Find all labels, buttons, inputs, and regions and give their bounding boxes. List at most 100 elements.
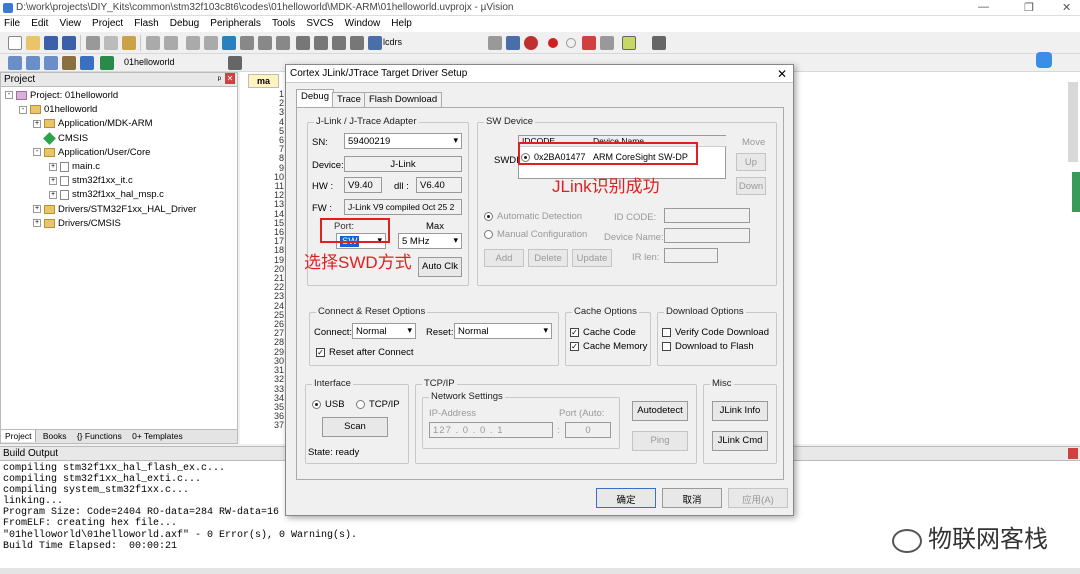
bookmark-clear-icon[interactable] [276, 36, 290, 50]
uncomment-icon[interactable] [350, 36, 364, 50]
sn-select[interactable]: 59400219 [344, 133, 462, 149]
tab-debug[interactable]: Debug [296, 89, 334, 107]
menu-window[interactable]: Window [341, 16, 385, 31]
collapse-icon[interactable]: - [33, 148, 41, 157]
breakpoint-clear-icon[interactable] [600, 36, 614, 50]
tab-trace[interactable]: Trace [332, 92, 366, 107]
tab-books[interactable]: Books [39, 430, 71, 442]
rebuild-icon[interactable] [44, 56, 58, 70]
breakpoint-kill-icon[interactable] [582, 36, 596, 50]
connect-select[interactable]: Normal [352, 323, 416, 339]
expand-icon[interactable]: + [33, 205, 41, 214]
ping-button[interactable]: Ping [632, 431, 688, 451]
menu-flash[interactable]: Flash [130, 16, 162, 31]
autodetect-button[interactable]: Autodetect [632, 401, 688, 421]
reset-after-connect-checkbox[interactable]: ✓ Reset after Connect [316, 347, 414, 358]
tab-templates[interactable]: 0+ Templates [128, 430, 187, 442]
configure-icon[interactable] [652, 36, 666, 50]
menu-tools[interactable]: Tools [268, 16, 299, 31]
undo-icon[interactable] [146, 36, 160, 50]
save-all-icon[interactable] [62, 36, 76, 50]
tree-target[interactable]: -01helloworld [5, 103, 233, 117]
scan-button[interactable]: Scan [322, 417, 388, 437]
tab-project[interactable]: Project [1, 430, 37, 442]
cancel-button[interactable]: 取消 [662, 488, 722, 508]
tab-flash-download[interactable]: Flash Download [364, 92, 443, 107]
find-combo[interactable]: lcdrs [380, 36, 484, 51]
cache-code-checkbox[interactable]: ✓ Cache Code [570, 327, 636, 338]
close-window-button[interactable]: ✕ [1062, 1, 1071, 14]
cache-memory-checkbox[interactable]: ✓ Cache Memory [570, 341, 647, 352]
open-file-icon[interactable] [26, 36, 40, 50]
breakpoint-disable-icon[interactable] [566, 38, 576, 48]
expand-icon[interactable]: + [33, 219, 41, 228]
indent-icon[interactable] [296, 36, 310, 50]
download-flash-checkbox[interactable]: Download to Flash [662, 341, 754, 352]
copy-icon[interactable] [104, 36, 118, 50]
find-icon[interactable] [506, 36, 520, 50]
side-handle[interactable] [1072, 172, 1080, 212]
add-button[interactable]: Add [484, 249, 524, 267]
collapse-icon[interactable]: - [5, 91, 13, 100]
collapse-icon[interactable]: - [19, 105, 27, 114]
tree-file-it[interactable]: + stm32f1xx_it.c [5, 174, 233, 188]
menu-edit[interactable]: Edit [27, 16, 52, 31]
menu-debug[interactable]: Debug [166, 16, 203, 31]
apply-button[interactable]: 应用(A) [728, 488, 788, 508]
pin-icon[interactable]: ᵖ [218, 74, 221, 84]
translate-icon[interactable] [8, 56, 22, 70]
auto-detect-radio[interactable]: Automatic Detection [484, 211, 582, 222]
menu-view[interactable]: View [55, 16, 85, 31]
auto-clk-button[interactable]: Auto Clk [418, 257, 462, 277]
unindent-icon[interactable] [314, 36, 328, 50]
manual-config-radio[interactable]: Manual Configuration [484, 229, 587, 240]
ir-len-field[interactable] [664, 248, 718, 263]
tree-file-main[interactable]: + main.c [5, 160, 233, 174]
jlink-cmd-button[interactable]: JLink Cmd [712, 431, 768, 451]
target-options-icon[interactable] [228, 56, 242, 70]
id-code-field[interactable] [664, 208, 750, 223]
nav-back-icon[interactable] [186, 36, 200, 50]
port-field[interactable]: 0 [565, 422, 611, 438]
move-up-button[interactable]: Up [736, 153, 766, 171]
bookmark-prev-icon[interactable] [240, 36, 254, 50]
expand-icon[interactable]: + [49, 190, 57, 199]
breakpoint-icon[interactable] [548, 38, 558, 48]
editor-scrollbar[interactable] [1068, 82, 1078, 162]
update-button[interactable]: Update [572, 249, 612, 267]
ip-address-field[interactable]: 127 . 0 . 0 . 1 [429, 422, 553, 438]
tree-group-cmsis[interactable]: + Drivers/CMSIS [5, 217, 233, 231]
load-icon[interactable] [100, 56, 114, 70]
redo-icon[interactable] [164, 36, 178, 50]
menu-peripherals[interactable]: Peripherals [206, 16, 265, 31]
nav-forward-icon[interactable] [204, 36, 218, 50]
usb-radio[interactable]: USB [312, 399, 345, 410]
menu-project[interactable]: Project [88, 16, 127, 31]
tree-group-core[interactable]: - Application/User/Core [5, 146, 233, 160]
comment-icon[interactable] [332, 36, 346, 50]
menu-file[interactable]: File [0, 16, 24, 31]
tree-group-mdk[interactable]: + Application/MDK-ARM [5, 117, 233, 131]
new-file-icon[interactable] [8, 36, 22, 50]
expand-icon[interactable]: + [49, 176, 57, 185]
expand-icon[interactable]: + [49, 162, 57, 171]
jlink-info-button[interactable]: JLink Info [712, 401, 768, 421]
menu-help[interactable]: Help [387, 16, 416, 31]
cloud-icon[interactable] [1036, 52, 1052, 68]
move-down-button[interactable]: Down [736, 177, 766, 195]
cut-icon[interactable] [86, 36, 100, 50]
build-close-icon[interactable] [1068, 448, 1078, 459]
expand-icon[interactable]: + [33, 119, 41, 128]
editor-tab[interactable]: ma [248, 74, 280, 88]
tree-file-msp[interactable]: + stm32f1xx_hal_msp.c [5, 188, 233, 202]
tree-root[interactable]: - Project: 01helloworld [5, 89, 233, 103]
paste-icon[interactable] [122, 36, 136, 50]
window-layout-icon[interactable] [622, 36, 636, 50]
tab-functions[interactable]: {} Functions [73, 430, 126, 442]
target-select[interactable]: 01helloworld [124, 57, 175, 67]
tree-cmsis[interactable]: CMSIS [5, 131, 233, 146]
bookmark-next-icon[interactable] [258, 36, 272, 50]
find-dropdown-icon[interactable] [488, 36, 502, 50]
max-clock-select[interactable]: 5 MHz [398, 233, 462, 249]
build-icon[interactable] [26, 56, 40, 70]
